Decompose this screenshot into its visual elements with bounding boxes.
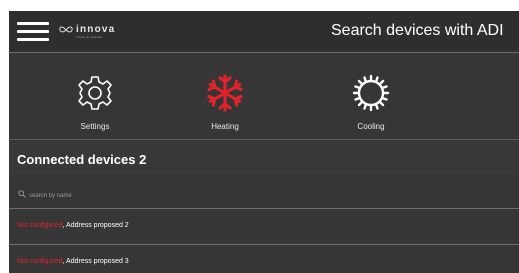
mode-cooling-button[interactable]: Cooling xyxy=(311,53,431,139)
device-row-text: Not configured, Address proposed 2 xyxy=(17,222,129,229)
connected-devices-header: Connected devices 2 xyxy=(9,139,519,175)
search-bar xyxy=(9,187,519,207)
top-bar: innova clima di qualità Search devices w… xyxy=(9,11,519,53)
device-row[interactable]: Not configured, Address proposed 3 xyxy=(9,244,519,273)
sun-icon xyxy=(352,74,390,112)
mode-cooling-label: Cooling xyxy=(357,122,385,131)
search-input[interactable] xyxy=(29,189,499,203)
mode-settings-label: Settings xyxy=(80,122,110,131)
leaf-logo-icon xyxy=(59,26,73,33)
device-row[interactable]: Not configured, Address proposed 2 xyxy=(9,208,519,243)
device-status: Not configured xyxy=(17,258,63,265)
mode-heating-button[interactable]: Heating xyxy=(165,53,285,139)
gear-icon xyxy=(78,76,112,110)
logo-tagline: clima di qualità xyxy=(76,35,103,39)
hamburger-menu-icon[interactable] xyxy=(17,21,49,43)
search-icon xyxy=(18,190,26,198)
app-screen: innova clima di qualità Search devices w… xyxy=(9,11,519,273)
snowflake-icon xyxy=(207,74,243,112)
mode-bar: Settings Heating Cooling xyxy=(9,53,519,139)
logo-text: innova xyxy=(76,24,116,35)
device-status: Not configured xyxy=(17,222,63,229)
mode-heating-label: Heating xyxy=(211,122,239,131)
connected-devices-title: Connected devices 2 xyxy=(17,152,147,167)
mode-settings-button[interactable]: Settings xyxy=(35,53,155,139)
device-address: Address proposed 3 xyxy=(66,258,129,265)
device-address: Address proposed 2 xyxy=(66,222,129,229)
device-row-text: Not configured, Address proposed 3 xyxy=(17,258,129,265)
page-title[interactable]: Search devices with ADI xyxy=(331,22,504,40)
